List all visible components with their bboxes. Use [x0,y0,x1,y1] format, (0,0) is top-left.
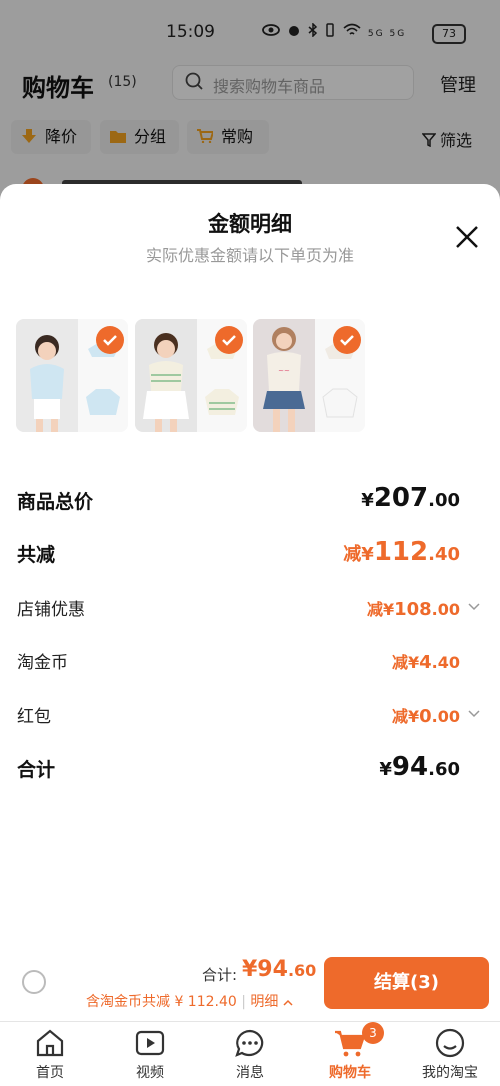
selected-check-icon[interactable] [96,326,124,354]
tab-messages[interactable]: 消息 [200,1022,300,1086]
home-icon [36,1029,64,1057]
discount-summary[interactable]: 含淘金币共减 ¥ 112.40 | 明细 [86,991,293,1011]
detail-link[interactable]: 明细 [250,994,278,1010]
select-all-checkbox[interactable] [22,970,46,994]
sheet-subtitle: 实际优惠金额请以下单页为准 [145,246,354,265]
chevron-up-icon [283,999,293,1006]
row-value-total-price: ¥207.00 [361,483,460,513]
selected-check-icon[interactable] [215,326,243,354]
video-icon [135,1030,165,1056]
row-label-total-price: 商品总价 [17,491,94,513]
row-label-shop-discount: 店铺优惠 [17,600,85,620]
row-label-grand-total: 合计 [17,759,56,781]
row-value-total-discount: 减¥112.40 [343,537,460,567]
row-label-total-discount: 共减 [17,544,56,566]
tab-profile[interactable]: 我的淘宝 [400,1022,500,1086]
tab-label: 购物车 [329,1065,371,1081]
close-icon[interactable] [454,224,480,250]
cart-badge: 3 [362,1022,384,1044]
tab-home[interactable]: 首页 [0,1022,100,1086]
row-label-red-packet: 红包 [17,707,51,727]
tab-label: 我的淘宝 [422,1065,478,1081]
tab-label: 消息 [236,1065,264,1081]
tab-label: 视频 [136,1065,164,1081]
checkout-button[interactable]: 结算(3) [324,957,489,1009]
product-thumb-1[interactable] [16,319,128,432]
row-label-coins: 淘金币 [17,653,68,673]
selected-check-icon[interactable] [333,326,361,354]
sheet-title: 金额明细 [208,212,292,236]
bottom-tab-bar: 首页 视频 消息 购物车 我的淘宝 [0,1021,500,1086]
chevron-down-icon[interactable] [468,603,480,611]
product-photo [16,319,78,432]
product-thumb-2[interactable] [135,319,247,432]
product-photo [135,319,197,432]
tab-cart[interactable]: 购物车 [300,1022,400,1086]
coin-note: 含淘金币共减 ¥ 112.40 [86,994,237,1010]
total-label: 合计: [202,966,238,984]
row-value-coins: 减¥4.40 [391,652,460,673]
row-value-shop-discount[interactable]: 减¥108.00 [367,596,460,620]
message-icon [235,1029,264,1057]
tab-video[interactable]: 视频 [100,1022,200,1086]
product-thumb-3[interactable]: ~~ [253,319,365,432]
tab-label: 首页 [36,1065,64,1081]
row-value-red-packet[interactable]: 减¥0.00 [392,703,460,727]
svg-text:~~: ~~ [278,367,290,375]
product-photo: ~~ [253,319,315,432]
total-amount: ¥94.60 [242,957,317,982]
chevron-down-icon[interactable] [468,710,480,718]
profile-icon [435,1028,465,1058]
row-value-grand-total: ¥94.60 [379,752,460,782]
